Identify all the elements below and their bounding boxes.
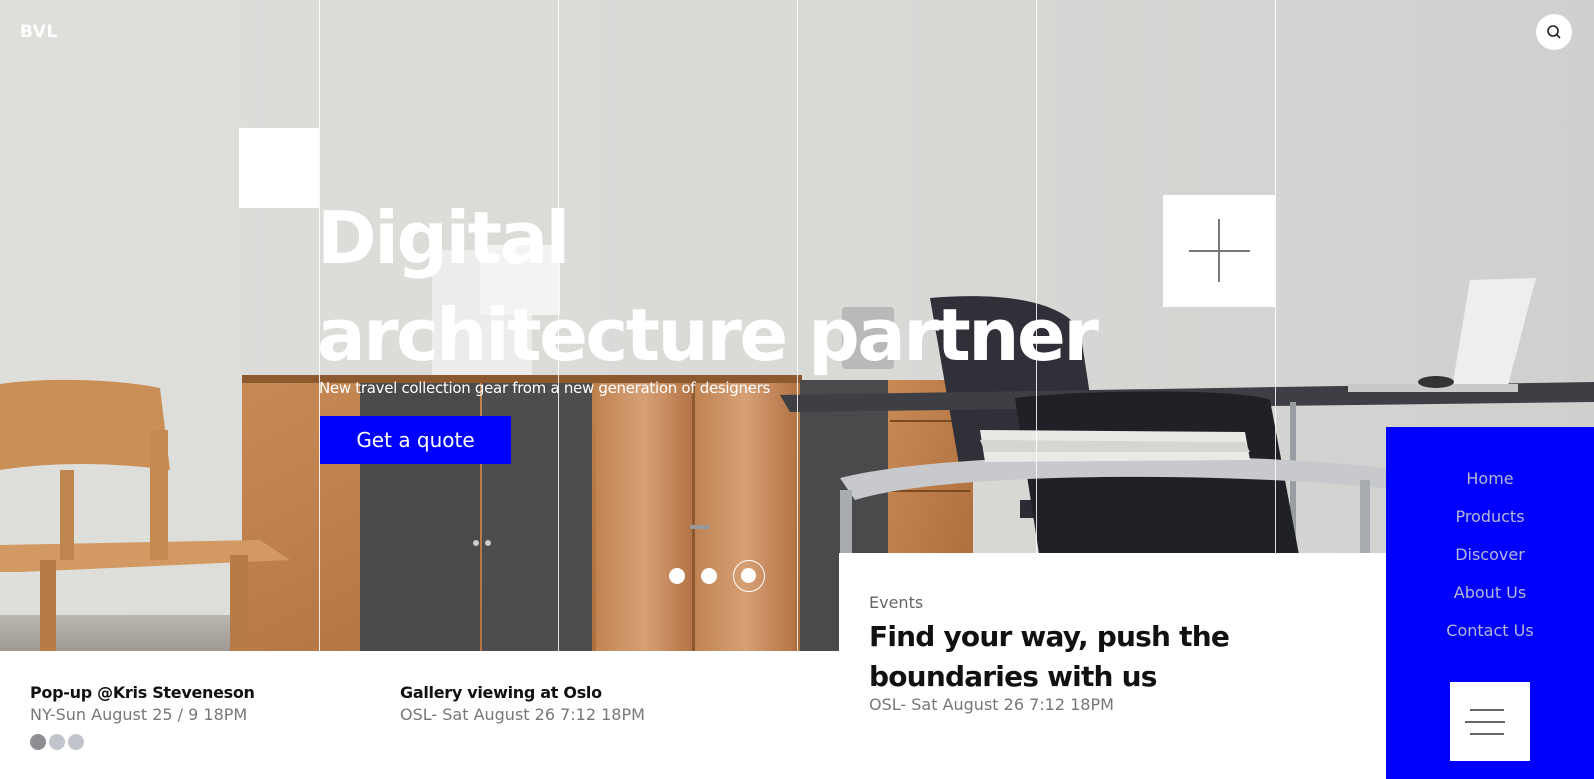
event-title[interactable]: Gallery viewing at Oslo: [400, 683, 602, 702]
hero-headline: Digital architecture partner: [317, 190, 1099, 384]
plus-icon: [1218, 219, 1220, 282]
menu-button[interactable]: [1450, 682, 1530, 761]
nav-panel: Home Products Discover About Us Contact …: [1386, 427, 1594, 779]
event-date: NY-Sun August 25 / 9 18PM: [30, 705, 248, 724]
menu-icon-line: [1465, 721, 1505, 723]
menu-icon-line: [1470, 733, 1504, 735]
nav-item-discover[interactable]: Discover: [1386, 545, 1594, 564]
get-quote-button[interactable]: Get a quote: [320, 416, 511, 464]
expand-button[interactable]: [1163, 195, 1276, 307]
events-title[interactable]: Find your way, push the boundaries with …: [869, 617, 1269, 697]
menu-icon-line: [1470, 709, 1504, 711]
nav-item-contact-us[interactable]: Contact Us: [1386, 621, 1594, 640]
decorative-square: [239, 128, 319, 208]
nav-item-home[interactable]: Home: [1386, 469, 1594, 488]
event-title[interactable]: Pop-up @Kris Steveneson: [30, 683, 255, 702]
search-button[interactable]: [1536, 14, 1572, 50]
nav-item-products[interactable]: Products: [1386, 507, 1594, 526]
page: BVL Digital architecture partner New tra…: [0, 0, 1594, 779]
nav-item-about-us[interactable]: About Us: [1386, 583, 1594, 602]
slide-dot[interactable]: [669, 568, 685, 584]
events-label: Events: [869, 593, 924, 612]
events-date: OSL- Sat August 26 7:12 18PM: [869, 695, 1114, 714]
hero-subtitle: New travel collection gear from a new ge…: [319, 379, 771, 397]
search-icon: [1547, 25, 1561, 39]
slide-dot-fill: [741, 568, 756, 583]
pager-dot[interactable]: [68, 734, 84, 750]
hero-headline-line: Digital: [317, 196, 570, 280]
event-date: OSL- Sat August 26 7:12 18PM: [400, 705, 645, 724]
hero-headline-line: architecture partner: [317, 293, 1099, 377]
pager-dot-active[interactable]: [30, 734, 46, 750]
pager-dot[interactable]: [49, 734, 65, 750]
slide-dot[interactable]: [701, 568, 717, 584]
logo[interactable]: BVL: [20, 22, 58, 42]
events-card: Events Find your way, push the boundarie…: [839, 553, 1389, 779]
slide-dot-active[interactable]: [733, 560, 765, 592]
